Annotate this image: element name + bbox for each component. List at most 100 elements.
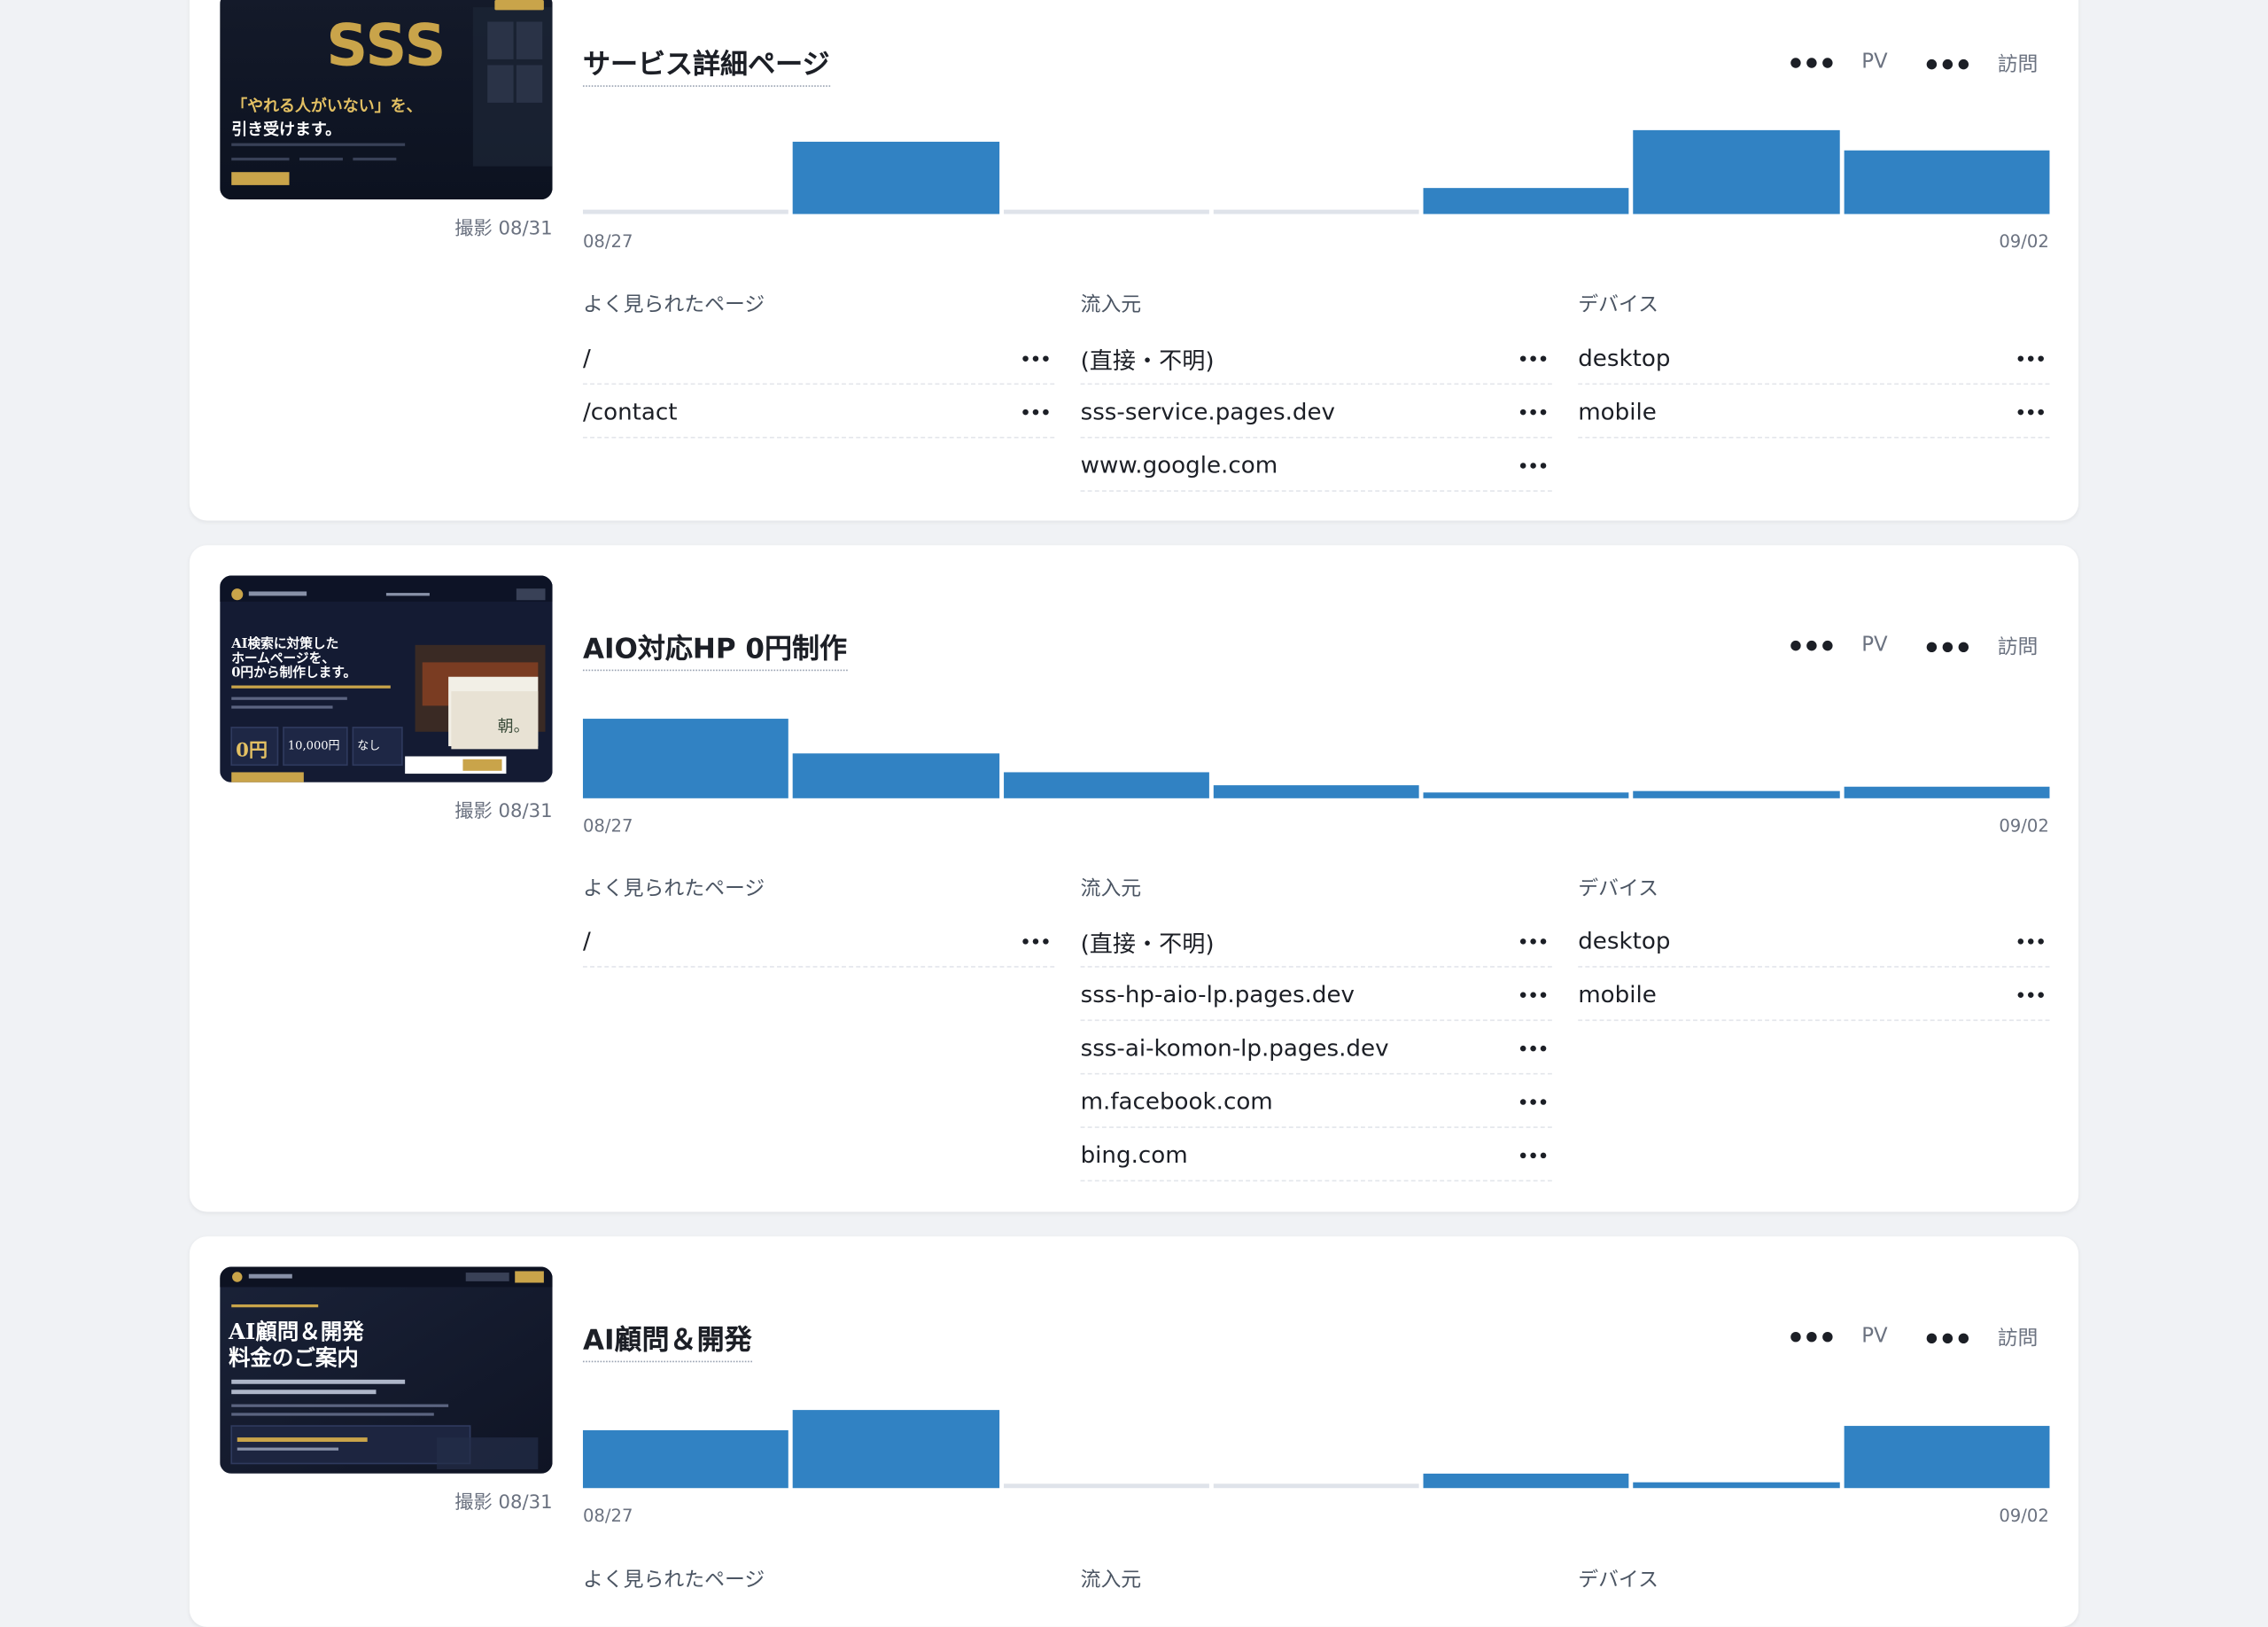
svg-text:「やれる人がいない」を、: 「やれる人がいない」を、 [231,97,422,116]
device-row[interactable]: mobile [1578,969,2050,1022]
daily-bar-chart [582,719,2050,798]
loading-dots-icon [1790,1331,1833,1342]
source-row-label: bing.com [1080,1140,1188,1169]
loading-dots-icon [1519,409,1547,415]
chart-bar[interactable] [793,1410,999,1489]
x-axis-start-label: 08/27 [582,815,633,837]
capture-date: 撮影 08/31 [454,1492,553,1514]
source-row-label: (直接・不明) [1080,346,1215,374]
chart-bar[interactable] [582,719,789,798]
loading-dots-icon [1790,57,1833,67]
chart-bar[interactable] [1213,209,1419,214]
x-axis-end-label: 09/02 [1999,231,2049,252]
source-row[interactable]: (直接・不明) [1080,915,1552,968]
site-title[interactable]: AIO対応HP 0円制作 [582,627,848,672]
source-row[interactable]: sss-hp-aio-lp.pages.dev [1080,969,1552,1022]
svg-text:10,000円: 10,000円 [288,739,340,752]
loading-dots-icon [1022,409,1049,415]
capture-date: 撮影 08/31 [454,801,553,823]
source-row[interactable]: (直接・不明) [1080,332,1552,385]
device-row[interactable]: desktop [1578,915,2050,968]
chart-bar[interactable] [1423,188,1630,214]
source-row-label: sss-ai-komon-lp.pages.dev [1080,1033,1389,1062]
site-thumbnail[interactable]: AI顧問＆開発 料金のご案内 [220,1266,553,1474]
svg-text:0円から制作します。: 0円から制作します。 [231,665,356,681]
svg-text:料金のご案内: 料金のご案内 [229,1345,359,1371]
chart-bar[interactable] [793,752,999,798]
top-page-row-label: / [582,344,591,372]
svg-text:なし: なし [357,739,380,752]
loading-dots-icon [1519,991,1547,998]
site-title[interactable]: AI顧問＆開発 [582,1319,752,1363]
loading-dots-icon [2017,354,2044,362]
source-row[interactable]: www.google.com [1080,440,1552,492]
device-row-label: mobile [1578,980,1657,1008]
pv-metric: PV [1790,1324,1888,1348]
loading-dots-icon [1519,354,1547,362]
chart-bar[interactable] [1633,129,1840,214]
loading-dots-icon [1519,1151,1547,1158]
chart-bar[interactable] [1213,785,1419,798]
svg-text:AI検索に対策した: AI検索に対策した [230,635,338,651]
svg-text:SSS: SSS [326,12,446,79]
capture-date: 撮影 08/31 [454,218,553,240]
devices-header: デバイス [1578,293,1658,317]
x-axis-start-label: 08/27 [582,231,633,252]
x-axis-start-label: 08/27 [582,1505,633,1526]
source-row[interactable]: m.facebook.com [1080,1076,1552,1128]
pv-metric: PV [1790,633,1888,657]
sources-header: 流入元 [1080,293,1142,317]
source-row-label: www.google.com [1080,451,1278,479]
chart-bar[interactable] [1844,787,2050,798]
chart-bar[interactable] [1213,1483,1419,1489]
chart-bar[interactable] [1844,1425,2050,1489]
site-thumbnail[interactable]: AI検索に対策した ホームページを、 0円から制作します。 0円 10,000円… [220,575,553,782]
chart-bar[interactable] [1423,791,1630,798]
top-page-row[interactable]: /contact [582,386,1055,439]
chart-bar[interactable] [1633,790,1840,798]
visits-metric: 訪問 [1926,1323,2038,1352]
devices-header: デバイス [1578,1569,1658,1592]
sources-header: 流入元 [1080,877,1142,901]
device-row-label: mobile [1578,397,1657,425]
thumbnail-image: AI検索に対策した ホームページを、 0円から制作します。 0円 10,000円… [220,575,553,782]
chart-bar[interactable] [1003,1483,1209,1489]
site-title[interactable]: サービス詳細ページ [582,43,830,87]
device-row-label: desktop [1578,344,1671,372]
chart-bar[interactable] [1423,1474,1630,1489]
loading-dots-icon [2017,409,2044,415]
x-axis-end-label: 09/02 [1999,1505,2049,1526]
chart-bar[interactable] [1844,150,2050,214]
pv-label: PV [1861,1324,1888,1348]
devices-header: デバイス [1578,877,1658,901]
source-row[interactable]: bing.com [1080,1130,1552,1182]
site-thumbnail[interactable]: SSS 「やれる人がいない」を、 引き受けます。 [220,0,553,200]
device-row-label: desktop [1578,927,1671,955]
chart-bar[interactable] [1003,209,1209,214]
loading-dots-icon [1926,641,1969,652]
loading-dots-icon [1790,640,1833,650]
chart-bar[interactable] [1633,1482,1840,1489]
pv-label: PV [1861,633,1888,657]
top-page-row-label: /contact [582,397,678,425]
chart-bar[interactable] [582,209,789,214]
source-row-label: sss-service.pages.dev [1080,397,1335,425]
chart-bar[interactable] [793,142,999,214]
top-pages-header: よく見られたページ [582,1569,765,1592]
top-page-row[interactable]: / [582,332,1055,385]
source-row-label: m.facebook.com [1080,1087,1273,1116]
loading-dots-icon [1519,462,1547,468]
source-row[interactable]: sss-ai-komon-lp.pages.dev [1080,1023,1552,1075]
x-axis-end-label: 09/02 [1999,815,2049,837]
top-pages-header: よく見られたページ [582,877,765,901]
source-row-label: sss-hp-aio-lp.pages.dev [1080,980,1355,1008]
chart-bar[interactable] [1003,772,1209,798]
device-row[interactable]: mobile [1578,386,2050,439]
top-page-row[interactable]: / [582,915,1055,968]
source-row[interactable]: sss-service.pages.dev [1080,386,1552,439]
chart-bar[interactable] [582,1430,789,1489]
device-row[interactable]: desktop [1578,332,2050,385]
top-page-row-label: / [582,927,591,955]
loading-dots-icon [1519,1045,1547,1051]
visits-label: 訪問 [1997,636,2039,660]
